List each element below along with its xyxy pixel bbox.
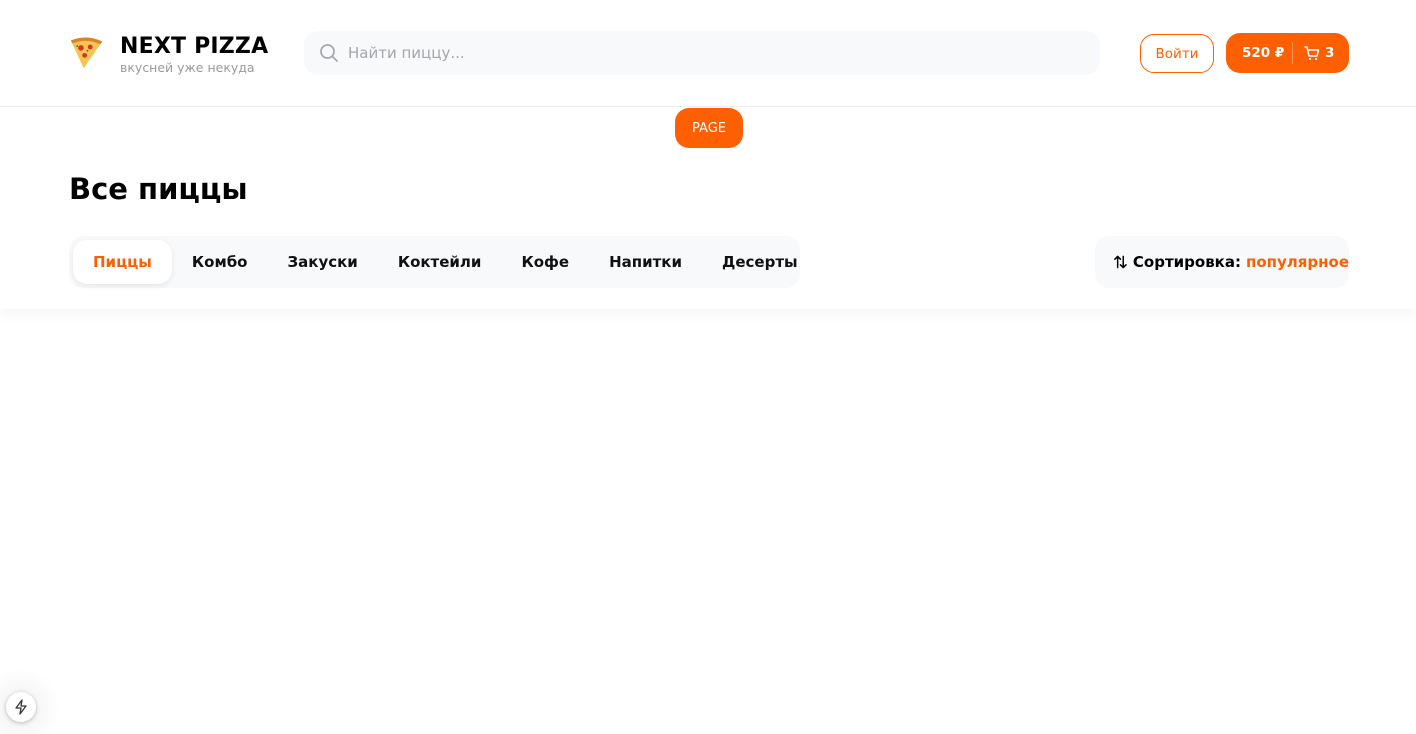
search-bar[interactable] [304,31,1100,75]
logo-subtitle: вкусней уже некуда [120,60,255,75]
category-tab-pizzas[interactable]: Пиццы [73,240,172,284]
category-tab-drinks[interactable]: Напитки [589,240,702,284]
logo[interactable]: NEXT PIZZA вкусней уже некуда [68,35,268,76]
cart-price: 520 ₽ [1242,45,1285,61]
search-input[interactable] [348,44,1100,62]
category-tab-combo[interactable]: Комбо [172,240,268,284]
pizza-slice-icon [70,37,103,69]
category-tab-snacks[interactable]: Закуски [267,240,377,284]
sort-arrows-icon [1114,255,1127,269]
sort-label: Сортировка: [1132,253,1241,271]
search-icon [320,44,338,62]
sort-value: популярное [1245,253,1349,271]
category-tab-cocktails[interactable]: Коктейли [378,240,502,284]
cart-count: 3 [1325,45,1335,61]
category-tab-coffee[interactable]: Кофе [501,240,589,284]
login-button[interactable]: Войти [1140,34,1214,73]
lightning-icon [15,699,27,715]
dev-tools-button[interactable] [6,692,36,722]
page-title: Все пиццы [69,172,248,206]
cart-button[interactable]: 520 ₽ 3 [1226,33,1349,73]
site-header: NEXT PIZZA вкусней уже некуда Войти 520 … [0,0,1416,107]
category-tab-desserts[interactable]: Десерты [702,240,818,284]
page-badge[interactable]: PAGE [675,108,743,148]
shopping-cart-icon [1304,46,1320,61]
logo-title: NEXT PIZZA [120,34,269,59]
sort-dropdown[interactable]: Сортировка: популярное [1095,236,1349,288]
category-tabs: Пиццы Комбо Закуски Коктейли Кофе Напитк… [69,236,800,288]
